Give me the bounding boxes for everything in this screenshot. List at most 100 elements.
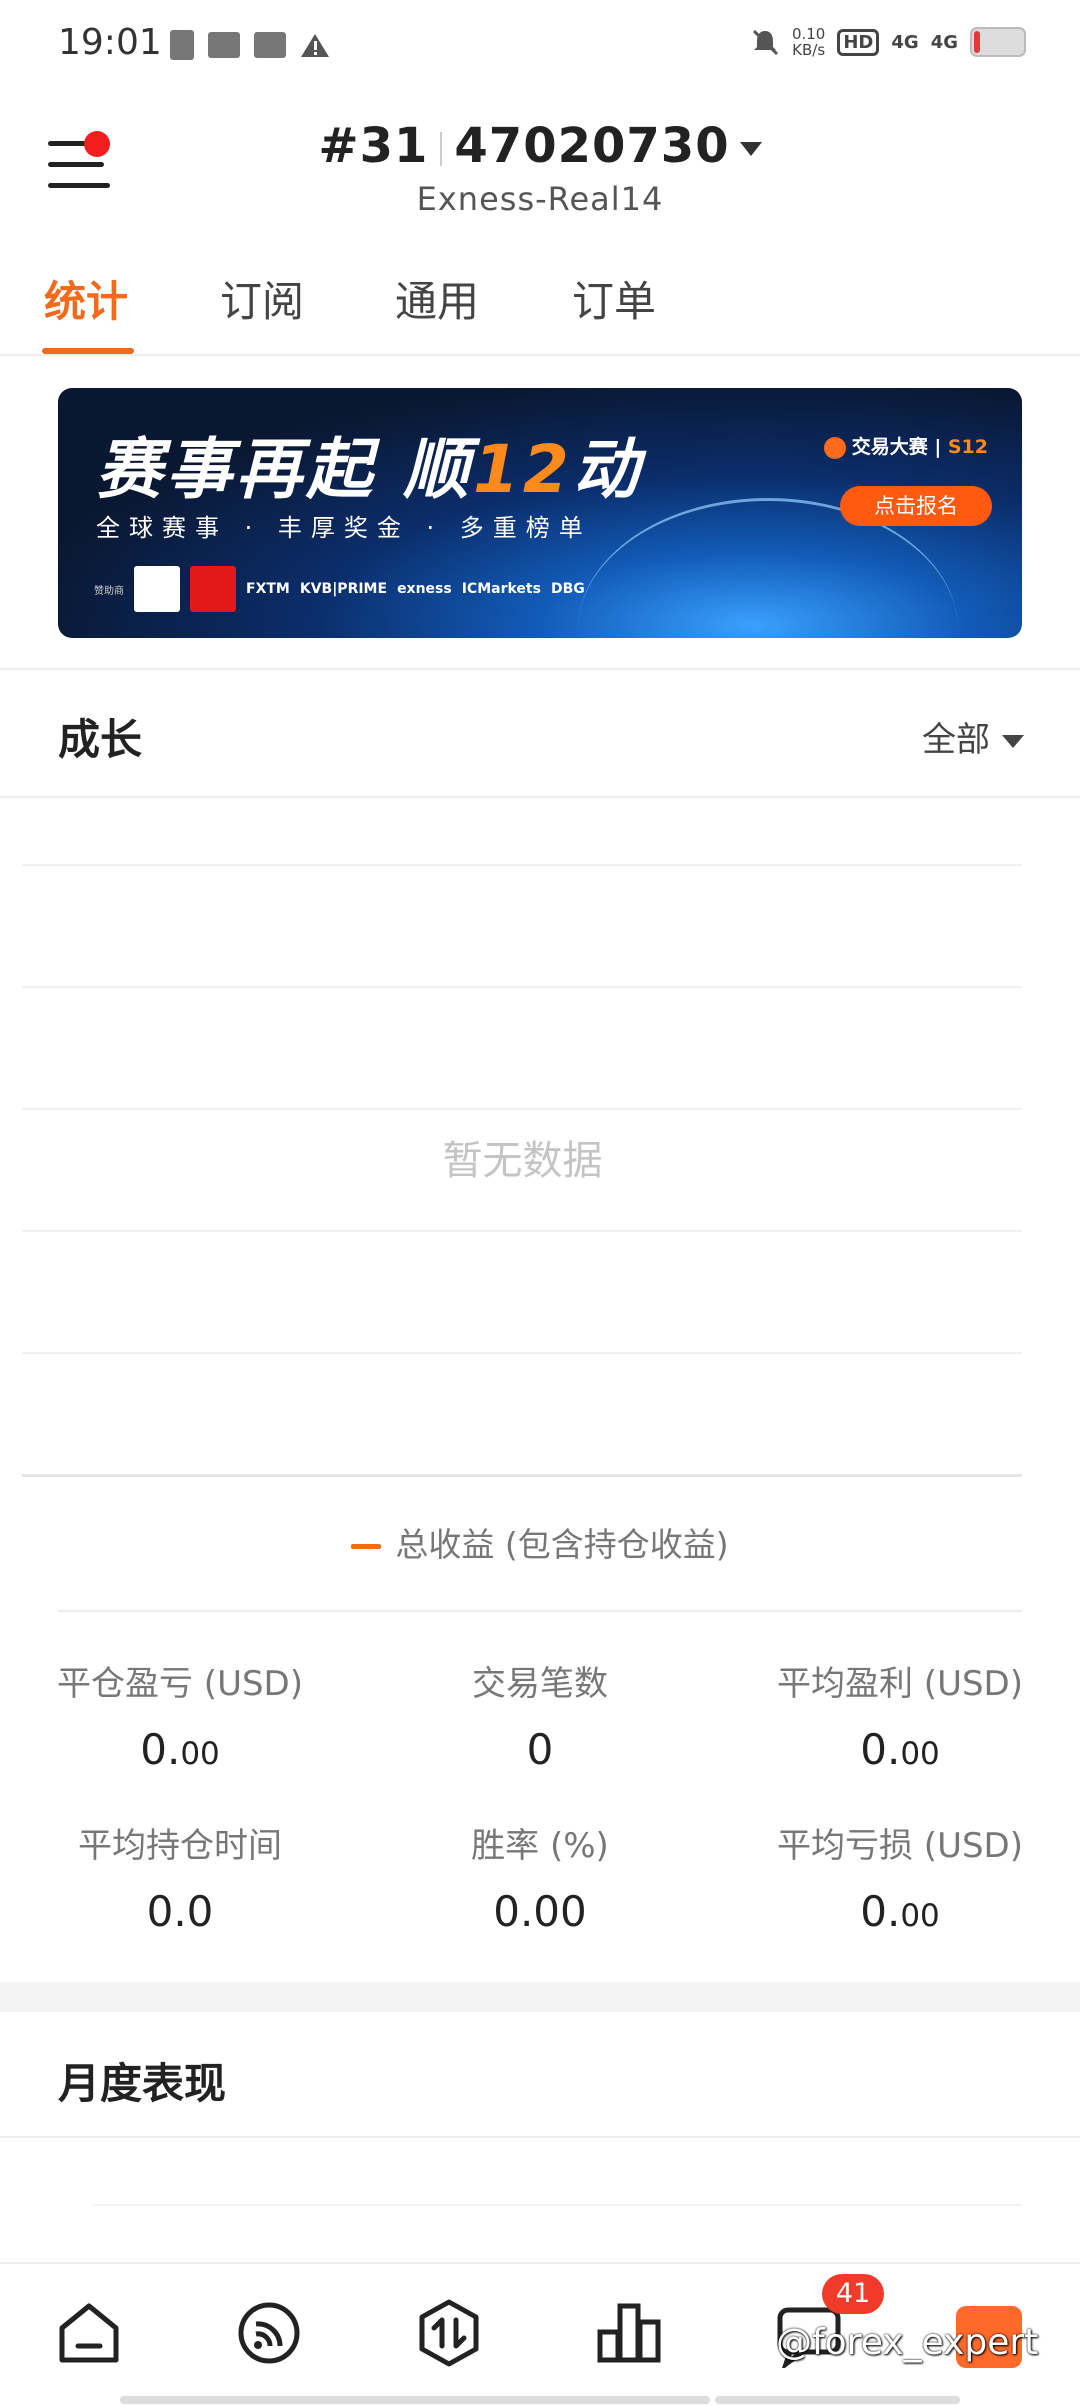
sponsor-fxtm: FXTM [246, 581, 290, 597]
chart-gridline [22, 1230, 1022, 1232]
tab-orders[interactable]: 订单 [572, 268, 656, 329]
hd-voice-icon: HD [837, 28, 880, 56]
brand-name: 交易大赛 [851, 436, 928, 458]
gesture-bar [715, 2396, 960, 2404]
banner-title-number: 12 [472, 431, 573, 508]
chart-gridline [22, 1352, 1022, 1354]
signal-sim2-icon: 4G [930, 31, 958, 53]
chart-baseline [22, 1474, 1022, 1477]
period-filter-dropdown[interactable]: 全部 [922, 712, 1024, 761]
stat-value-int: 0. [140, 1725, 181, 1774]
chart-legend: 总收益 (包含持仓收益) [0, 1518, 1080, 1566]
register-button[interactable]: 点击报名 [840, 486, 992, 526]
status-system-icons: 0.10 KB/s HD 4G 4G [750, 26, 1026, 58]
message-badge: 41 [822, 2274, 884, 2314]
stat-value-dec: 00 [900, 1736, 940, 1772]
battery-icon [970, 27, 1026, 57]
doo-prime-logo [134, 566, 180, 612]
account-prefix: #31 [318, 118, 429, 174]
stat-value: 0.00 [720, 1887, 1080, 1936]
stat-avg-loss: 平均亏损 (USD) 0.00 [720, 1818, 1080, 1936]
growth-title: 成长 [58, 715, 143, 764]
sponsor-dbg: DBG [550, 581, 585, 597]
account-number: 47020730 [454, 118, 730, 174]
dropdown-caret-icon [739, 142, 762, 156]
stat-value: 0 [526, 1725, 554, 1774]
sponsor-kvb: KVB|PRIME [299, 581, 388, 597]
tab-statistics[interactable]: 统计 [44, 268, 128, 329]
tab-general[interactable]: 通用 [395, 268, 479, 329]
stat-label: 胜率 (%) [471, 1826, 609, 1866]
banner-title-a: 赛事再起 顺 [96, 431, 473, 508]
stat-label: 交易笔数 [472, 1664, 608, 1704]
brand-season: S12 [947, 436, 988, 458]
mute-bell-icon [752, 29, 779, 56]
stat-avg-hold-time: 平均持仓时间 0.0 [0, 1818, 360, 1936]
stat-label: 平均亏损 (USD) [777, 1826, 1023, 1866]
chart-gridline [22, 1108, 1022, 1110]
section-divider [58, 1610, 1022, 1612]
dropdown-caret-icon [1002, 735, 1024, 748]
app-notify-icon [254, 32, 286, 58]
home-icon[interactable] [54, 2298, 124, 2368]
contest-banner[interactable]: 赛事再起 顺12动 全球赛事 · 丰厚奖金 · 多重榜单 交易大赛 | S12 … [58, 388, 1022, 638]
sponsor-exness: exness [397, 581, 452, 597]
stat-value-dec: 00 [180, 1736, 220, 1772]
server-name: Exness-Real14 [416, 180, 664, 218]
section-divider [0, 668, 1080, 670]
stat-value-dec: 00 [900, 1898, 940, 1934]
stat-value-int: 0. [860, 1725, 901, 1774]
stat-win-rate: 胜率 (%) 0.00 [360, 1818, 720, 1936]
stat-closed-pl: 平仓盈亏 (USD) 0.00 [0, 1656, 360, 1774]
chart-gridline [22, 864, 1022, 866]
monthly-title: 月度表现 [58, 2059, 227, 2108]
status-time: 19:01 [58, 22, 162, 63]
chart-gridline [92, 2204, 1022, 2206]
stat-label: 平均盈利 (USD) [777, 1664, 1023, 1704]
section-divider [0, 796, 1080, 798]
stat-avg-profit: 平均盈利 (USD) 0.00 [720, 1656, 1080, 1774]
stat-value: 0.00 [493, 1887, 587, 1936]
stat-label: 平仓盈亏 (USD) [57, 1664, 303, 1704]
signal-sim1-icon: 4G [891, 31, 919, 53]
gesture-bar [370, 2396, 710, 2404]
active-tab-indicator [42, 348, 134, 354]
chart-icon[interactable] [594, 2298, 664, 2368]
tab-subscribe[interactable]: 订阅 [220, 268, 304, 329]
net-speed-value: 0.10 [791, 25, 826, 43]
account-separator [440, 132, 443, 166]
tickmill-logo [190, 566, 236, 612]
stat-value-int: 0. [860, 1887, 901, 1936]
warning-icon [301, 34, 329, 57]
banner-subtitle: 全球赛事 · 丰厚奖金 · 多重榜单 [96, 514, 592, 542]
brand-logo-icon [823, 436, 846, 459]
sponsor-strip: 赞助商 FXTM KVB|PRIME exness ICMarkets DBG [94, 566, 585, 612]
message-notify-icon [208, 32, 240, 58]
sim-icon [170, 30, 194, 60]
trade-icon[interactable] [414, 2298, 484, 2368]
sponsor-label: 赞助商 [94, 585, 124, 597]
watermark: @forex_expert [776, 2322, 1039, 2363]
status-notification-icons [170, 30, 330, 60]
stat-value: 0.00 [0, 1725, 360, 1774]
stat-label: 平均持仓时间 [78, 1826, 282, 1866]
status-bar: 19:01 0.10 KB/s HD 4G 4G [0, 0, 1080, 95]
stat-value: 0.0 [146, 1887, 214, 1936]
net-speed-unit: KB/s [792, 41, 826, 59]
network-speed: 0.10 KB/s [792, 26, 825, 58]
banner-brand: 交易大赛 | S12 [823, 432, 988, 459]
chart-gridline [22, 986, 1022, 988]
section-divider [0, 2136, 1080, 2138]
stat-value: 0.00 [720, 1725, 1080, 1774]
sponsor-icmarkets: ICMarkets [461, 581, 541, 597]
feed-icon[interactable] [234, 2298, 304, 2368]
legend-label: 总收益 (包含持仓收益) [395, 1525, 729, 1564]
banner-title-b: 动 [572, 431, 643, 508]
empty-state-text: 暂无数据 [442, 1138, 603, 1184]
tab-bar: 统计 订阅 通用 订单 [0, 268, 1080, 356]
banner-title: 赛事再起 顺12动 [96, 416, 643, 512]
stat-trade-count: 交易笔数 0 [360, 1656, 720, 1774]
account-selector[interactable]: #31 47020730 Exness-Real14 [0, 118, 1080, 218]
period-filter-label: 全部 [922, 720, 990, 760]
legend-swatch [351, 1544, 382, 1549]
